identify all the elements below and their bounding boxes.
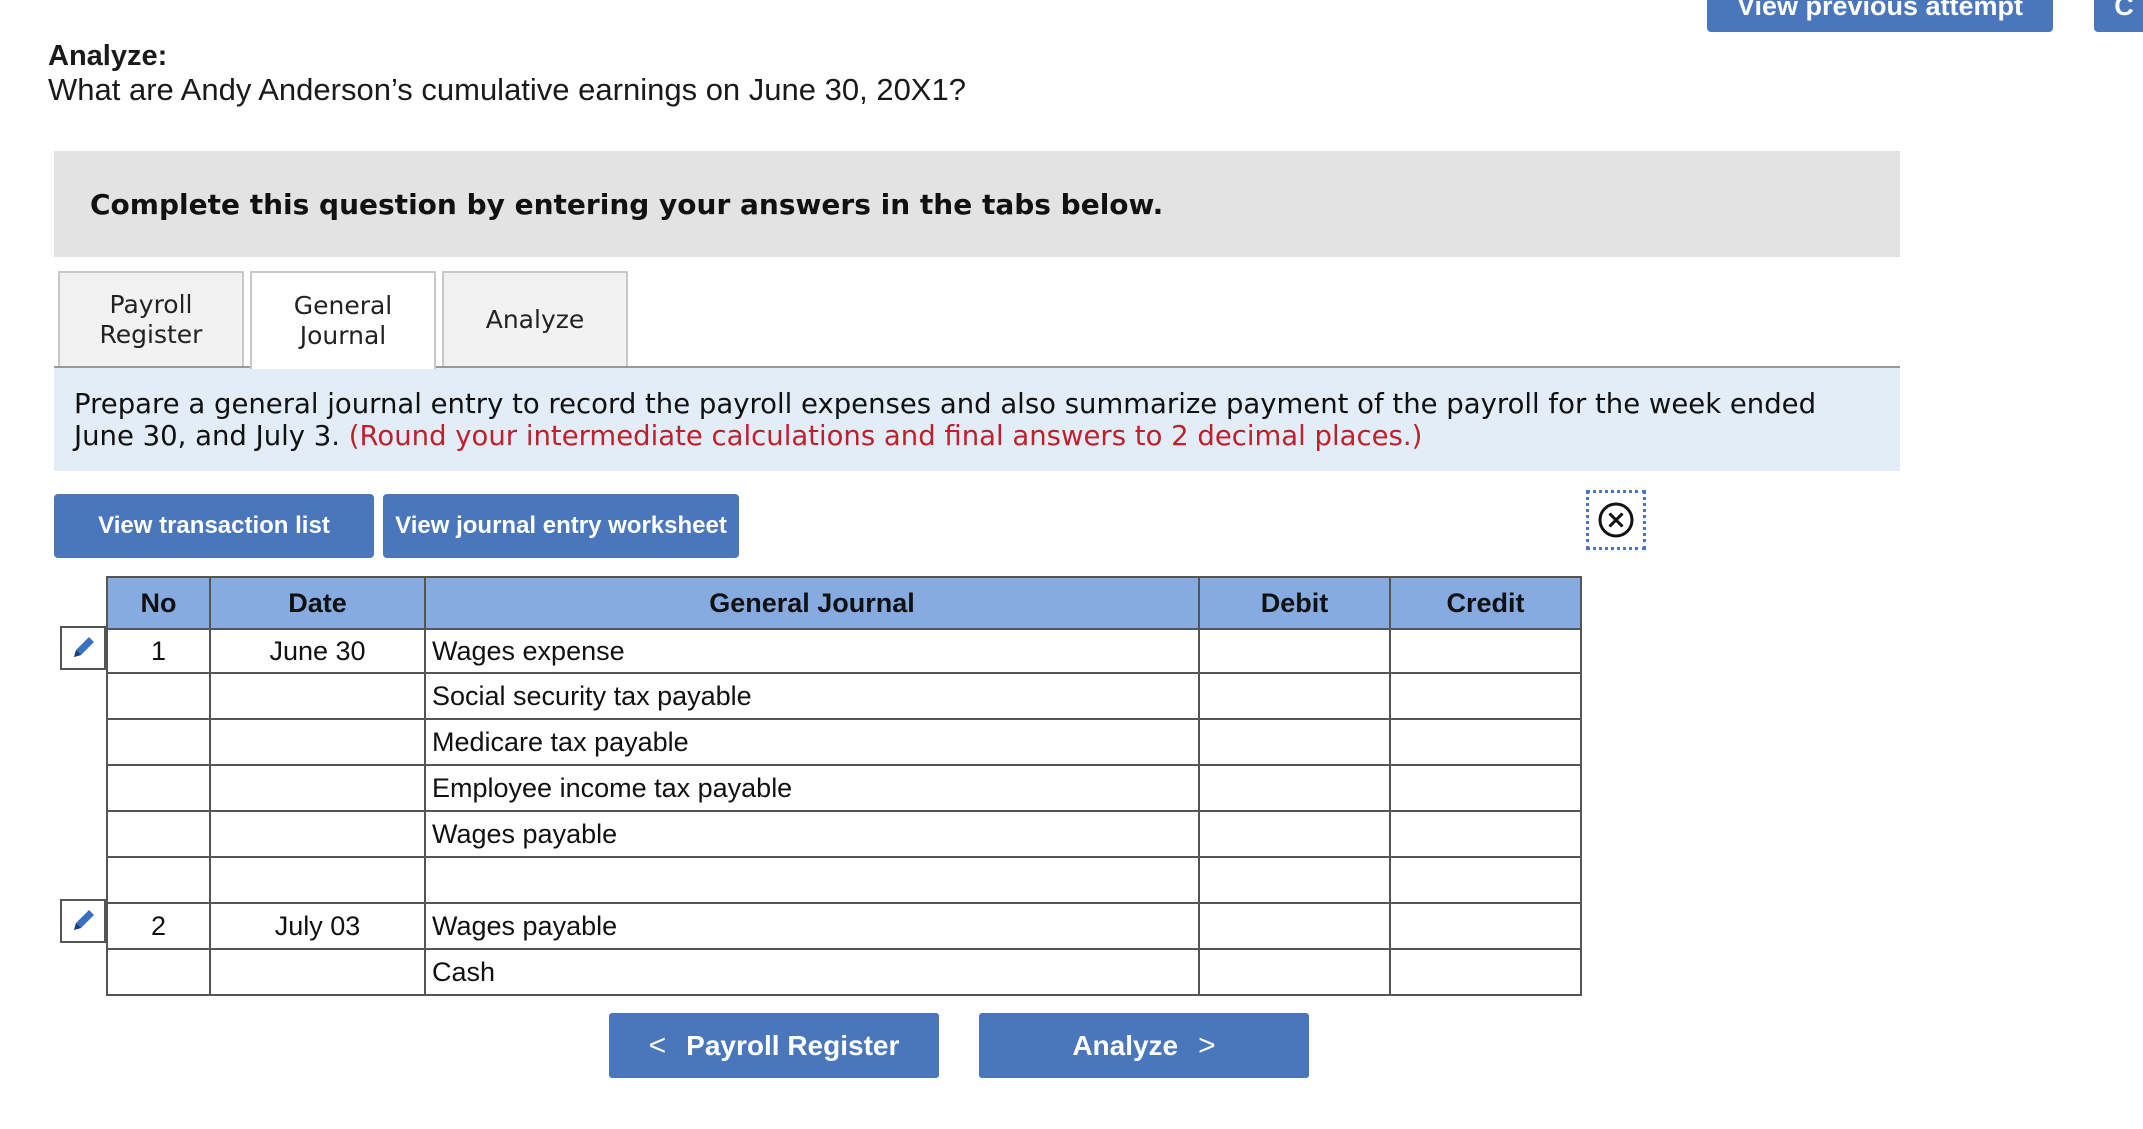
instructions-banner: Complete this question by entering your … bbox=[54, 151, 1900, 257]
tab-analyze[interactable]: Analyze bbox=[442, 271, 628, 367]
table-row: 1 June 30 Wages expense bbox=[106, 628, 1582, 674]
cell-account[interactable]: Wages payable bbox=[424, 810, 1200, 858]
cell-debit[interactable] bbox=[1198, 718, 1391, 766]
table-row bbox=[106, 856, 1582, 904]
cell-debit[interactable] bbox=[1198, 856, 1391, 904]
cell-account[interactable]: Medicare tax payable bbox=[424, 718, 1200, 766]
cell-debit[interactable] bbox=[1198, 902, 1391, 950]
table-row: Medicare tax payable bbox=[106, 718, 1582, 766]
table-row: Employee income tax payable bbox=[106, 764, 1582, 812]
top-right-button[interactable]: C bbox=[2094, 0, 2143, 32]
cell-debit[interactable] bbox=[1198, 764, 1391, 812]
cell-debit[interactable] bbox=[1198, 628, 1391, 674]
cell-no bbox=[106, 764, 211, 812]
table-row: Wages payable bbox=[106, 810, 1582, 858]
chevron-left-icon: < bbox=[648, 1028, 667, 1062]
cell-account[interactable]: Wages payable bbox=[424, 902, 1200, 950]
table-row: 2 July 03 Wages payable bbox=[106, 902, 1582, 950]
cell-account[interactable]: Cash bbox=[424, 948, 1200, 996]
cell-date: July 03 bbox=[209, 902, 426, 950]
pencil-icon bbox=[74, 637, 94, 657]
cell-no bbox=[106, 856, 211, 904]
rounding-note: (Round your intermediate calculations an… bbox=[348, 420, 1423, 452]
edit-entry-1-button[interactable] bbox=[60, 626, 106, 670]
cell-date bbox=[209, 948, 426, 996]
header-general-journal: General Journal bbox=[424, 576, 1200, 630]
cell-no bbox=[106, 672, 211, 720]
cell-credit[interactable] bbox=[1389, 948, 1582, 996]
cell-date bbox=[209, 718, 426, 766]
cell-credit[interactable] bbox=[1389, 764, 1582, 812]
view-transaction-list-button[interactable]: View transaction list bbox=[54, 494, 374, 558]
cell-no bbox=[106, 810, 211, 858]
cell-credit[interactable] bbox=[1389, 810, 1582, 858]
next-tab-button[interactable]: Analyze > bbox=[979, 1013, 1309, 1078]
journal-header-row: No Date General Journal Debit Credit bbox=[106, 576, 1582, 630]
cell-no bbox=[106, 718, 211, 766]
view-previous-attempt-button[interactable]: View previous attempt bbox=[1707, 0, 2053, 32]
cell-date bbox=[209, 856, 426, 904]
cell-no: 1 bbox=[106, 628, 211, 674]
table-row: Social security tax payable bbox=[106, 672, 1582, 720]
tab-general-journal[interactable]: General Journal bbox=[250, 271, 436, 369]
cell-debit[interactable] bbox=[1198, 810, 1391, 858]
table-row: Cash bbox=[106, 948, 1582, 996]
cell-account[interactable]: Social security tax payable bbox=[424, 672, 1200, 720]
instructions-text: Complete this question by entering your … bbox=[90, 187, 1164, 221]
section-label: Analyze: bbox=[48, 40, 168, 72]
cell-date bbox=[209, 810, 426, 858]
question-text: What are Andy Anderson’s cumulative earn… bbox=[48, 72, 966, 107]
cell-credit[interactable] bbox=[1389, 672, 1582, 720]
cell-credit[interactable] bbox=[1389, 718, 1582, 766]
prompt-box: Prepare a general journal entry to recor… bbox=[54, 368, 1900, 471]
previous-tab-button[interactable]: < Payroll Register bbox=[609, 1013, 939, 1078]
cell-debit[interactable] bbox=[1198, 672, 1391, 720]
cell-credit[interactable] bbox=[1389, 856, 1582, 904]
cell-debit[interactable] bbox=[1198, 948, 1391, 996]
view-journal-entry-worksheet-button[interactable]: View journal entry worksheet bbox=[383, 494, 739, 558]
cell-date bbox=[209, 764, 426, 812]
header-date: Date bbox=[209, 576, 426, 630]
cell-credit[interactable] bbox=[1389, 902, 1582, 950]
cell-account[interactable]: Employee income tax payable bbox=[424, 764, 1200, 812]
header-credit: Credit bbox=[1389, 576, 1582, 630]
cell-account[interactable]: Wages expense bbox=[424, 628, 1200, 674]
edit-entry-2-button[interactable] bbox=[60, 899, 106, 943]
cell-account[interactable] bbox=[424, 856, 1200, 904]
cell-credit[interactable] bbox=[1389, 628, 1582, 674]
close-circle-icon bbox=[1598, 502, 1634, 538]
tab-bar: Payroll Register General Journal Analyze bbox=[58, 271, 628, 369]
cell-no: 2 bbox=[106, 902, 211, 950]
header-debit: Debit bbox=[1198, 576, 1391, 630]
close-button[interactable] bbox=[1586, 490, 1646, 550]
journal-table: No Date General Journal Debit Credit 1 J… bbox=[106, 576, 1582, 996]
cell-date bbox=[209, 672, 426, 720]
pencil-icon bbox=[74, 910, 94, 930]
cell-no bbox=[106, 948, 211, 996]
next-tab-label: Analyze bbox=[1072, 1029, 1179, 1061]
tab-payroll-register[interactable]: Payroll Register bbox=[58, 271, 244, 367]
previous-tab-label: Payroll Register bbox=[686, 1029, 900, 1061]
header-no: No bbox=[106, 576, 211, 630]
chevron-right-icon: > bbox=[1198, 1028, 1216, 1062]
cell-date: June 30 bbox=[209, 628, 426, 674]
